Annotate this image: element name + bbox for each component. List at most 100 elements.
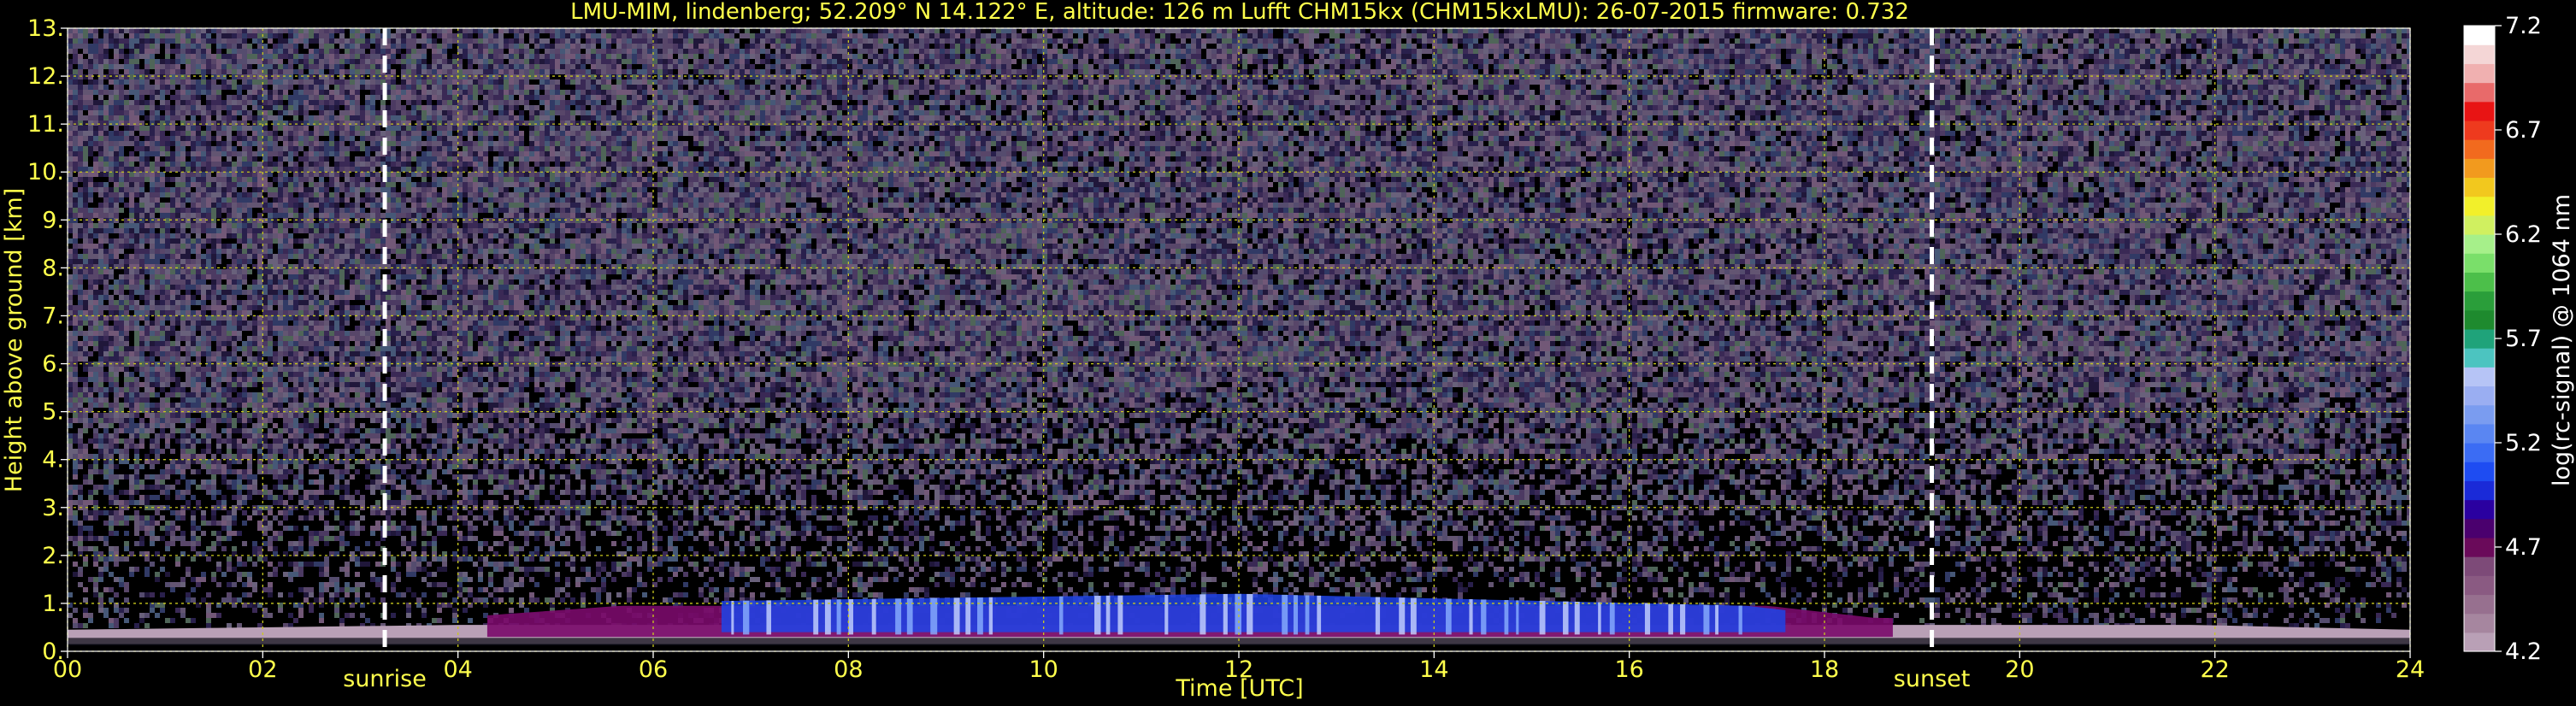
thermal-streak (1105, 595, 1111, 635)
colorbar-segment (2464, 44, 2495, 64)
y-tick-label: 13. (27, 15, 64, 42)
thermal-streak (1504, 600, 1509, 635)
thermal-streak (1200, 594, 1206, 635)
colorbar-segment (2464, 632, 2495, 652)
colorbar-segment (2464, 215, 2495, 235)
y-tick-label: 4. (42, 447, 64, 474)
thermal-streak (1539, 601, 1546, 635)
thermal-streak (1574, 601, 1580, 635)
colorbar-segment (2464, 367, 2495, 387)
x-axis-label: Time [UTC] (1175, 675, 1303, 702)
sunrise-label: sunrise (343, 666, 427, 692)
colorbar-segment (2464, 272, 2495, 292)
thermal-streak (1715, 604, 1718, 635)
colorbar-segment (2464, 120, 2495, 140)
y-tick-label: 1. (42, 591, 64, 617)
colorbar-tick-label: 4.2 (2505, 638, 2542, 665)
thermal-streak (1247, 593, 1253, 635)
x-tick-label: 04 (443, 656, 472, 683)
colorbar-segment (2464, 404, 2495, 425)
y-tick-label: 8. (42, 255, 64, 281)
thermal-streak (1680, 603, 1686, 635)
thermal-streak (871, 598, 876, 635)
colorbar-segment (2464, 309, 2495, 330)
thermal-streak (1058, 596, 1064, 635)
thermal-streak (824, 599, 831, 635)
colorbar-segment (2464, 196, 2495, 216)
thermal-streak (1516, 600, 1519, 635)
thermal-streak (813, 599, 819, 635)
x-tick-label: 16 (1614, 656, 1643, 683)
colorbar-segment (2464, 575, 2495, 596)
colorbar-segment (2464, 499, 2495, 520)
colorbar-segment (2464, 556, 2495, 576)
thermal-streak (1117, 595, 1123, 635)
y-tick-label: 2. (42, 543, 64, 569)
thermal-streak (743, 600, 750, 635)
thermal-streak (1223, 593, 1228, 635)
y-tick-label: 5. (42, 399, 64, 426)
colorbar-segment (2464, 253, 2495, 273)
colorbar-segment (2464, 82, 2495, 103)
y-tick-label: 12. (27, 63, 64, 90)
y-axis-label: Height above ground [km] (1, 188, 27, 492)
colorbar-segment (2464, 177, 2495, 197)
colorbar-segment (2464, 613, 2495, 633)
colorbar-label: log(rc-signal) @ 1064 nm (2549, 194, 2575, 486)
thermal-streak (1164, 594, 1169, 635)
colorbar-tick-label: 5.2 (2505, 430, 2542, 456)
colorbar-segment (2464, 63, 2495, 84)
thermal-streak (1305, 595, 1310, 635)
colorbar-segment (2464, 234, 2495, 254)
y-tick-label: 9. (42, 207, 64, 233)
thermal-streak (895, 598, 902, 635)
x-tick-label: 14 (1419, 656, 1448, 683)
thermal-streak (1094, 596, 1101, 635)
thermal-streak (836, 599, 841, 635)
thermal-streak (1738, 605, 1742, 635)
x-tick-label: 08 (834, 656, 863, 683)
thermal-streak (848, 599, 853, 635)
thermal-streak (766, 600, 771, 635)
colorbar-segment (2464, 443, 2495, 462)
y-tick-label: 6. (42, 351, 64, 378)
x-tick-label: 20 (2005, 656, 2034, 683)
thermal-streak (1668, 603, 1673, 635)
x-tick-label: 06 (639, 656, 668, 683)
thermal-streak (1317, 595, 1322, 635)
colorbar-segment (2464, 328, 2495, 349)
colorbar-segment (2464, 385, 2495, 406)
thermal-streak (1644, 603, 1651, 635)
colorbar-segment (2464, 423, 2495, 444)
colorbar-segment (2464, 462, 2495, 481)
thermal-streak (1481, 599, 1487, 635)
colorbar-segment (2464, 348, 2495, 368)
thermal-streak (1598, 602, 1601, 635)
colorbar-segment (2464, 101, 2495, 121)
colorbar-tick-label: 6.7 (2505, 117, 2542, 144)
colorbar-segment (2464, 518, 2495, 538)
colorbar-segment (2464, 26, 2495, 45)
colorbar-segment (2464, 537, 2495, 557)
thermal-streak (1609, 602, 1615, 635)
x-tick-label: 24 (2396, 656, 2425, 683)
colorbar-segment (2464, 291, 2495, 311)
y-tick-label: 7. (42, 303, 64, 329)
thermal-streak (1375, 597, 1381, 635)
thermal-streak (1293, 595, 1299, 635)
y-tick-label: 0. (42, 638, 64, 665)
colorbar-tick-label: 4.7 (2505, 534, 2542, 561)
thermal-streak (1703, 604, 1710, 635)
colorbar-segment (2464, 480, 2495, 501)
x-tick-label: 02 (248, 656, 277, 683)
thermal-streak (1563, 601, 1569, 635)
thermal-streak (731, 600, 734, 635)
colorbar-segment (2464, 139, 2495, 159)
lidar-quicklook: LMU-MIM, lindenberg; 52.209° N 14.122° E… (0, 0, 2576, 706)
colorbar-segment (2464, 594, 2495, 615)
x-tick-label: 10 (1029, 656, 1058, 683)
x-tick-label: 22 (2200, 656, 2229, 683)
colorbar-segment (2464, 158, 2495, 179)
y-tick-label: 11. (27, 111, 64, 138)
sunset-label: sunset (1894, 666, 1971, 692)
